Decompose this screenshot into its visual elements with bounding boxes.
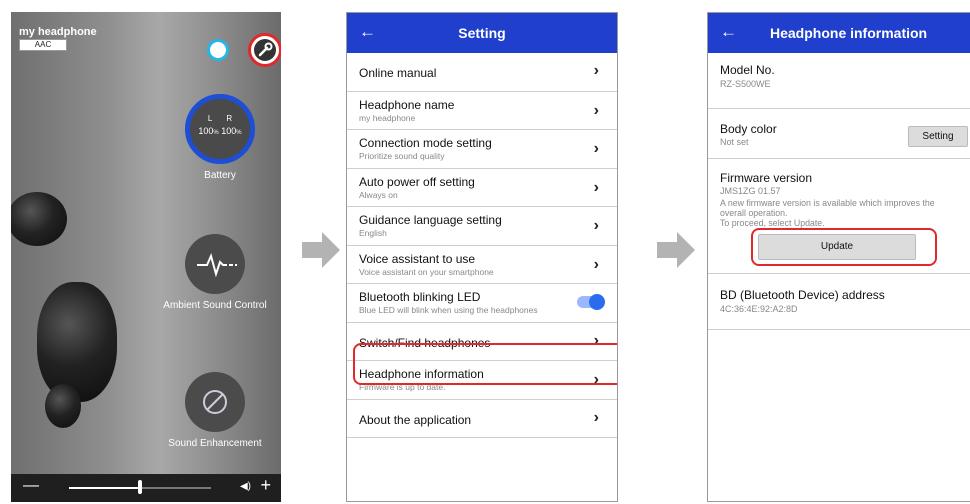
battery-unit: % (213, 130, 219, 136)
back-arrow-icon[interactable]: ← (720, 22, 737, 42)
chevron-right-icon: › (593, 371, 599, 388)
no-sound-icon (203, 390, 227, 414)
settings-item-voice-assistant[interactable]: Voice assistant to use Voice assistant o… (347, 246, 617, 284)
speaker-icon: ◀) (239, 481, 251, 492)
volume-slider-handle[interactable] (138, 480, 142, 494)
model-label: Model No. (720, 63, 775, 77)
bd-address-section: BD (Bluetooth Device) address 4C:36:4E:9… (708, 274, 970, 330)
chevron-right-icon: › (593, 178, 599, 196)
settings-item-headphone-information[interactable]: Headphone information Firmware is up to … (347, 361, 617, 400)
settings-item-switch-find[interactable]: Switch/Find headphones › (347, 323, 617, 361)
body-color-section: Body color Not set Setting (708, 109, 970, 159)
model-section: Model No. RZ-S500WE (708, 53, 970, 109)
app-bar: ← Setting (347, 13, 617, 53)
settings-item-headphone-name[interactable]: Headphone name my headphone › (347, 92, 617, 130)
earbud-image (11, 192, 67, 246)
wrench-icon (254, 39, 276, 61)
settings-item-auto-power-off[interactable]: Auto power off setting Always on › (347, 169, 617, 207)
body-color-value: Not set (720, 137, 749, 147)
codec-badge: AAC (19, 39, 67, 51)
firmware-section: Firmware version JMS1ZG 01.57 A new firm… (708, 159, 970, 274)
settings-item-about[interactable]: About the application › (347, 400, 617, 438)
led-toggle[interactable] (577, 294, 605, 310)
ambient-sound-button[interactable] (185, 234, 245, 294)
bd-address-label: BD (Bluetooth Device) address (720, 288, 885, 302)
device-name: my headphone (19, 26, 97, 38)
battery-unit: % (236, 130, 242, 136)
volume-track-filled (69, 487, 141, 489)
page-title: Headphone information (770, 25, 928, 41)
update-button[interactable]: Update (758, 234, 916, 260)
chevron-right-icon: › (593, 217, 599, 234)
enhancement-caption: Sound Enhancement (168, 438, 262, 449)
firmware-label: Firmware version (720, 171, 813, 185)
battery-left-value: 100 (198, 126, 214, 136)
chevron-right-icon: › (593, 408, 599, 426)
settings-screen: ← Setting Online manual › Headphone name… (346, 12, 618, 502)
volume-down-icon[interactable]: — (23, 477, 39, 495)
settings-wrench-button[interactable] (248, 33, 281, 67)
home-screen: my headphone AAC LR 100% 100% Battery Am… (11, 12, 281, 502)
settings-item-bluetooth-led: Bluetooth blinking LED Blue LED will bli… (347, 284, 617, 323)
sound-enhancement-button[interactable] (185, 372, 245, 432)
volume-bar: — ◀) + (11, 474, 281, 502)
body-color-setting-button[interactable]: Setting (908, 126, 968, 147)
chevron-right-icon: › (593, 331, 599, 349)
firmware-description: A new firmware version is available whic… (720, 198, 935, 228)
alexa-icon[interactable] (207, 39, 229, 61)
battery-caption: Battery (204, 170, 236, 181)
battery-left-label: L (207, 114, 227, 123)
firmware-value: JMS1ZG 01.57 (720, 186, 781, 196)
battery-gauge: LR 100% 100% (185, 94, 255, 164)
volume-track[interactable] (141, 487, 211, 489)
page-title: Setting (458, 25, 506, 41)
chevron-right-icon: › (593, 101, 599, 119)
chevron-right-icon: › (593, 140, 599, 157)
waveform-icon (197, 253, 237, 278)
settings-item-online-manual[interactable]: Online manual › (347, 53, 617, 92)
volume-up-icon[interactable]: + (260, 475, 271, 496)
chevron-right-icon: › (593, 255, 599, 273)
settings-item-connection-mode[interactable]: Connection mode setting Prioritize sound… (347, 130, 617, 169)
earbud-image (37, 282, 117, 402)
body-color-label: Body color (720, 122, 777, 136)
bd-address-value: 4C:36:4E:92:A2:8D (720, 304, 798, 314)
earbud-tip (45, 384, 81, 428)
model-value: RZ-S500WE (720, 79, 771, 89)
settings-item-guidance-language[interactable]: Guidance language setting English › (347, 207, 617, 246)
battery-right-value: 100 (221, 126, 237, 136)
app-bar: ← Headphone information (708, 13, 970, 53)
chevron-right-icon: › (593, 62, 599, 79)
battery-right-label: R (226, 114, 247, 123)
ambient-caption: Ambient Sound Control (163, 300, 267, 311)
headphone-info-screen: ← Headphone information Model No. RZ-S50… (707, 12, 970, 502)
